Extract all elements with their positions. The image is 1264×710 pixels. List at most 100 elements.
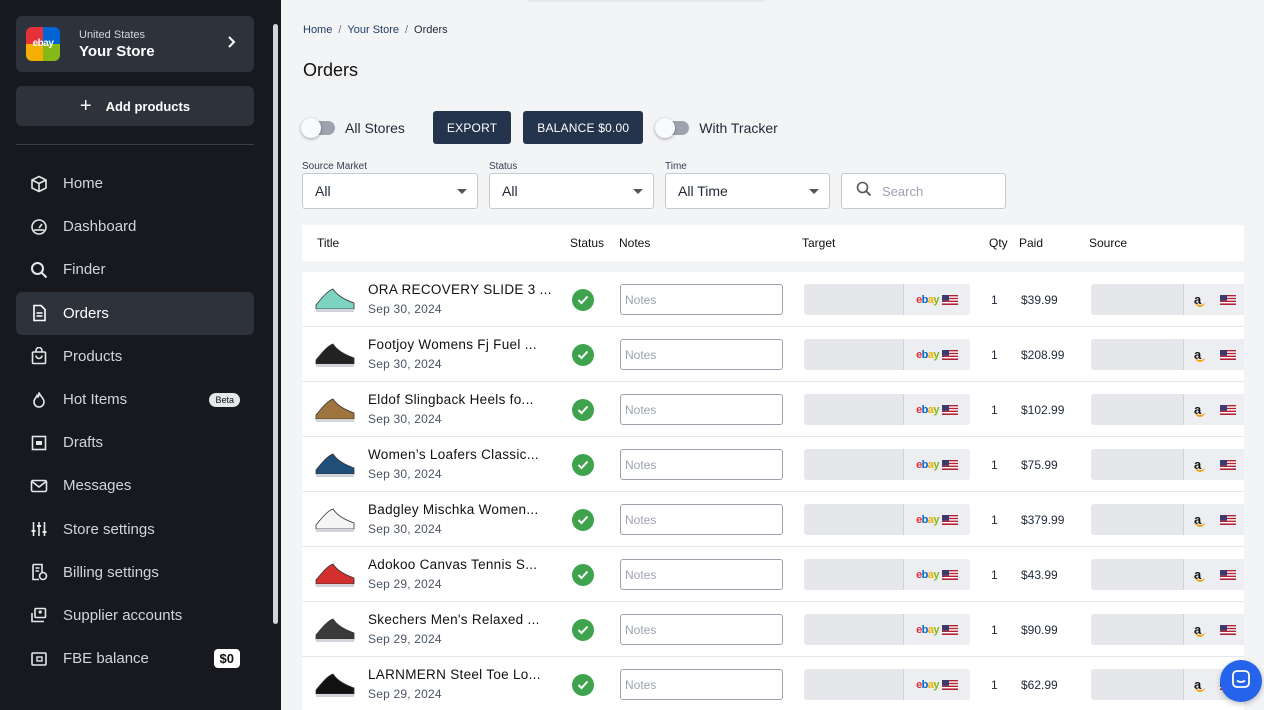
amazon-logo-icon: a bbox=[1194, 512, 1208, 527]
source-market: a bbox=[1183, 284, 1244, 315]
time-select[interactable]: All Time bbox=[665, 173, 830, 209]
sidebar: ebay United States Your Store + Add prod… bbox=[0, 0, 281, 710]
target-field[interactable]: ebay bbox=[804, 504, 970, 535]
source-field[interactable]: a bbox=[1091, 559, 1244, 590]
notes-input[interactable] bbox=[620, 669, 783, 700]
notes-input[interactable] bbox=[620, 394, 783, 425]
sidebar-item-fbe-balance[interactable]: FBE balance $0 bbox=[16, 637, 254, 680]
sidebar-item-hot-items[interactable]: Hot Items Beta bbox=[16, 378, 254, 421]
sidebar-item-messages[interactable]: Messages bbox=[16, 464, 254, 507]
source-field[interactable]: a bbox=[1091, 504, 1244, 535]
sidebar-item-drafts[interactable]: Drafts bbox=[16, 421, 254, 464]
paid-amount: $90.99 bbox=[1021, 623, 1058, 637]
sidebar-item-billing-settings[interactable]: Billing settings bbox=[16, 551, 254, 594]
product-thumbnail[interactable] bbox=[312, 606, 358, 652]
col-target[interactable]: Target bbox=[802, 236, 835, 250]
supplier-icon bbox=[30, 606, 48, 624]
shoe-icon bbox=[315, 453, 355, 477]
product-thumbnail[interactable] bbox=[312, 551, 358, 597]
breadcrumb-home[interactable]: Home bbox=[303, 24, 332, 36]
col-title[interactable]: Title bbox=[317, 236, 339, 250]
us-flag-icon bbox=[941, 459, 958, 470]
table-row[interactable]: ORA RECOVERY SLIDE 3 ... Sep 30, 2024 eb… bbox=[302, 272, 1244, 327]
notes-input[interactable] bbox=[620, 284, 783, 315]
target-field[interactable]: ebay bbox=[804, 669, 970, 700]
product-title[interactable]: Badgley Mischka Women... bbox=[368, 502, 539, 517]
breadcrumb-store[interactable]: Your Store bbox=[347, 24, 399, 36]
all-stores-label: All Stores bbox=[345, 119, 405, 136]
shoe-icon bbox=[315, 673, 355, 697]
sidebar-item-products[interactable]: Products bbox=[16, 335, 254, 378]
product-thumbnail[interactable] bbox=[312, 386, 358, 432]
us-flag-icon bbox=[1220, 624, 1236, 635]
export-button[interactable]: EXPORT bbox=[432, 111, 512, 144]
sidebar-item-supplier-accounts[interactable]: Supplier accounts bbox=[16, 594, 254, 637]
balance-button[interactable]: BALANCE $0.00 bbox=[523, 111, 644, 144]
status-select[interactable]: All bbox=[489, 173, 654, 209]
product-thumbnail[interactable] bbox=[312, 276, 358, 322]
product-title[interactable]: Footjoy Womens Fj Fuel ... bbox=[368, 337, 537, 352]
table-row[interactable]: Adokoo Canvas Tennis S... Sep 29, 2024 e… bbox=[302, 547, 1244, 602]
table-row[interactable]: Footjoy Womens Fj Fuel ... Sep 30, 2024 … bbox=[302, 327, 1244, 382]
chat-button[interactable] bbox=[1220, 660, 1262, 702]
source-field[interactable]: a bbox=[1091, 394, 1244, 425]
sidebar-item-dashboard[interactable]: Dashboard bbox=[16, 205, 254, 248]
all-stores-toggle[interactable] bbox=[301, 117, 335, 138]
product-title[interactable]: LARNMERN Steel Toe Lo... bbox=[368, 667, 541, 682]
target-field[interactable]: ebay bbox=[804, 394, 970, 425]
target-field[interactable]: ebay bbox=[804, 284, 970, 315]
table-row[interactable]: Badgley Mischka Women... Sep 30, 2024 eb… bbox=[302, 492, 1244, 547]
source-field[interactable]: a bbox=[1091, 284, 1244, 315]
product-title[interactable]: Skechers Men's Relaxed ... bbox=[368, 612, 540, 627]
source-field[interactable]: a bbox=[1091, 614, 1244, 645]
table-row[interactable]: Skechers Men's Relaxed ... Sep 29, 2024 … bbox=[302, 602, 1244, 657]
source-field[interactable]: a bbox=[1091, 339, 1244, 370]
target-field[interactable]: ebay bbox=[804, 339, 970, 370]
col-source[interactable]: Source bbox=[1089, 236, 1127, 250]
col-status[interactable]: Status bbox=[570, 236, 604, 250]
source-field[interactable]: a bbox=[1091, 449, 1244, 480]
table-row[interactable]: Eldof Slingback Heels fo... Sep 30, 2024… bbox=[302, 382, 1244, 437]
product-title[interactable]: Adokoo Canvas Tennis S... bbox=[368, 557, 537, 572]
source-market-select[interactable]: All bbox=[302, 173, 478, 209]
notes-input[interactable] bbox=[620, 449, 783, 480]
order-date: Sep 30, 2024 bbox=[368, 412, 442, 426]
notes-input[interactable] bbox=[620, 614, 783, 645]
product-thumbnail[interactable] bbox=[312, 441, 358, 487]
product-title[interactable]: ORA RECOVERY SLIDE 3 ... bbox=[368, 282, 552, 297]
plus-icon: + bbox=[79, 95, 92, 117]
add-products-button[interactable]: + Add products bbox=[16, 86, 254, 126]
table-row[interactable]: LARNMERN Steel Toe Lo... Sep 29, 2024 eb… bbox=[302, 657, 1244, 710]
sidebar-scrollbar[interactable] bbox=[273, 24, 278, 624]
table-row[interactable]: Women’s Loafers Classic... Sep 30, 2024 … bbox=[302, 437, 1244, 492]
sidebar-item-home[interactable]: Home bbox=[16, 162, 254, 205]
target-field[interactable]: ebay bbox=[804, 614, 970, 645]
us-flag-icon bbox=[941, 404, 958, 415]
product-thumbnail[interactable] bbox=[312, 331, 358, 377]
col-paid[interactable]: Paid bbox=[1019, 236, 1043, 250]
col-qty[interactable]: Qty bbox=[989, 236, 1008, 250]
sidebar-item-store-settings[interactable]: Store settings bbox=[16, 508, 254, 551]
notes-input[interactable] bbox=[620, 504, 783, 535]
search-box[interactable] bbox=[841, 173, 1006, 209]
target-market: ebay bbox=[903, 449, 970, 480]
breadcrumb: Home / Your Store / Orders bbox=[303, 24, 448, 36]
col-notes[interactable]: Notes bbox=[619, 236, 650, 250]
product-thumbnail[interactable] bbox=[312, 496, 358, 542]
target-field[interactable]: ebay bbox=[804, 449, 970, 480]
source-market: a bbox=[1183, 394, 1244, 425]
product-title[interactable]: Eldof Slingback Heels fo... bbox=[368, 392, 534, 407]
notes-input[interactable] bbox=[620, 339, 783, 370]
product-thumbnail[interactable] bbox=[312, 661, 358, 707]
product-title[interactable]: Women’s Loafers Classic... bbox=[368, 447, 539, 462]
sidebar-item-orders[interactable]: Orders bbox=[16, 291, 254, 335]
target-field[interactable]: ebay bbox=[804, 559, 970, 590]
sidebar-item-finder[interactable]: Finder bbox=[16, 248, 254, 291]
with-tracker-toggle[interactable] bbox=[655, 117, 690, 138]
notes-input[interactable] bbox=[620, 559, 783, 590]
shoe-icon bbox=[315, 288, 355, 312]
search-input[interactable] bbox=[882, 183, 992, 199]
us-flag-icon bbox=[1220, 294, 1236, 305]
store-switcher[interactable]: ebay United States Your Store bbox=[16, 16, 254, 72]
amazon-logo-icon: a bbox=[1194, 347, 1208, 362]
